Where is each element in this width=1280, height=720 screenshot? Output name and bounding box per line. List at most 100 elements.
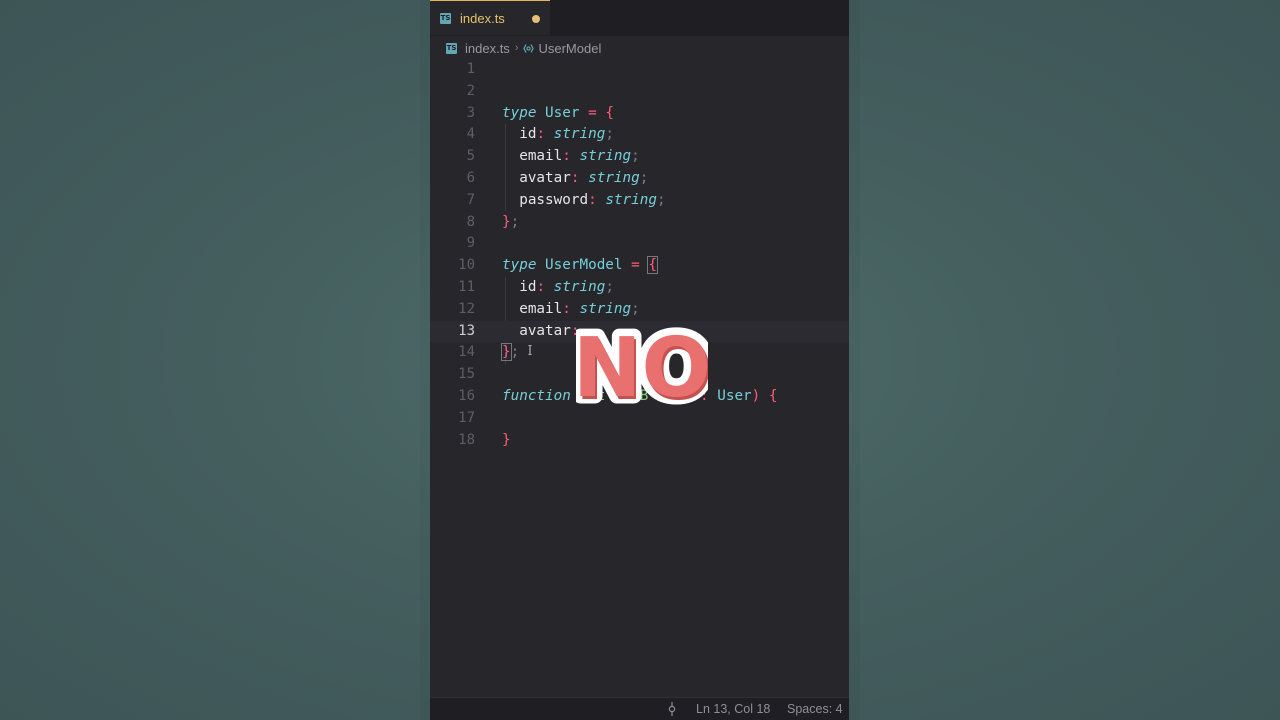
- code-text: id: string;: [502, 277, 614, 299]
- code-line: 11 id: string;: [430, 277, 849, 299]
- token-type-name: User: [545, 104, 580, 121]
- chevron-right-icon: ›: [514, 42, 519, 54]
- token-type-name: User: [717, 387, 752, 404]
- line-number: 11: [458, 278, 475, 295]
- code-line: 3 type User = {: [430, 103, 849, 125]
- code-line: 7 password: string;: [430, 190, 849, 212]
- line-number: 2: [466, 82, 475, 99]
- code-text: email: string;: [502, 146, 640, 168]
- code-line: 9: [430, 233, 849, 255]
- token-semicolon: ;: [631, 148, 640, 165]
- line-number: 14: [458, 344, 475, 361]
- line-number: 16: [458, 387, 475, 404]
- token-property: id: [519, 278, 537, 295]
- token-keyword: function: [502, 387, 571, 404]
- code-line: 4 id: string;: [430, 124, 849, 146]
- token-colon: :: [562, 300, 571, 317]
- token-paren: ): [751, 387, 761, 404]
- code-line: 6 avatar: string;: [430, 168, 849, 190]
- breadcrumb: TS index.ts › UserModel: [446, 39, 601, 57]
- background-right: [860, 0, 1280, 720]
- token-colon: :: [588, 191, 597, 208]
- line-number: 13: [458, 322, 475, 339]
- background-left: [0, 0, 420, 720]
- breadcrumb-file[interactable]: index.ts: [465, 41, 510, 56]
- line-number: 17: [458, 409, 475, 426]
- token-brace: {: [768, 387, 778, 404]
- token-brace: }: [502, 431, 511, 448]
- code-text: type UserModel = {: [502, 255, 658, 277]
- breadcrumb-symbol[interactable]: UserModel: [538, 41, 601, 56]
- line-number: 9: [466, 235, 475, 252]
- line-number: 4: [466, 126, 475, 143]
- indentation-setting[interactable]: Spaces: 4: [787, 702, 843, 716]
- code-line: 1: [430, 59, 849, 81]
- token-property: avatar: [519, 322, 571, 339]
- token-operator: =: [588, 104, 597, 121]
- typescript-file-icon: TS: [440, 12, 451, 24]
- code-line: 18}: [430, 430, 849, 452]
- token-keyword: type: [502, 104, 537, 121]
- tab-bar: TS index.ts: [430, 0, 849, 36]
- token-type: string: [588, 169, 640, 186]
- code-text: id: string;: [502, 124, 614, 146]
- token-semicolon: ;: [605, 126, 614, 143]
- git-commit-icon[interactable]: [666, 702, 678, 716]
- token-operator: =: [631, 257, 640, 274]
- token-property: avatar: [519, 169, 571, 186]
- token-brace: }: [502, 213, 511, 230]
- status-bar: Ln 13, Col 18 Spaces: 4: [430, 697, 849, 720]
- token-brace-matched: {: [647, 256, 658, 275]
- token-property: password: [519, 191, 589, 208]
- cursor-position[interactable]: Ln 13, Col 18: [696, 702, 770, 716]
- line-number: 18: [458, 431, 475, 448]
- token-semicolon: ;: [605, 278, 614, 295]
- code-text: avatar: string;: [502, 168, 648, 190]
- unsaved-dot-icon[interactable]: [532, 15, 540, 23]
- token-type: string: [553, 278, 606, 295]
- line-number: 5: [466, 148, 475, 165]
- code-text: avatar:: [502, 321, 579, 343]
- text-cursor-icon: [528, 345, 532, 355]
- code-line: 8};: [430, 212, 849, 234]
- token-property: id: [519, 126, 537, 143]
- code-line: 2: [430, 81, 849, 103]
- token-type: string: [605, 191, 657, 208]
- token-semicolon: ;: [510, 213, 520, 230]
- code-text: };: [502, 212, 519, 234]
- token-brace-matched: }: [501, 343, 512, 362]
- token-keyword: type: [502, 257, 537, 274]
- token-colon: :: [536, 126, 546, 143]
- token-type: string: [579, 148, 632, 165]
- code-line: 10 type UserModel = {: [430, 255, 849, 277]
- typescript-file-icon: TS: [446, 42, 457, 54]
- code-line: 5 email: string;: [430, 146, 849, 168]
- tab-label: index.ts: [460, 10, 505, 26]
- sticker-text: NO: [576, 321, 708, 412]
- token-brace: {: [605, 104, 614, 121]
- line-number: 15: [458, 366, 475, 383]
- code-text: };: [501, 342, 520, 364]
- line-number: 7: [466, 191, 475, 208]
- token-semicolon: ;: [510, 344, 520, 361]
- line-number: 10: [458, 257, 475, 274]
- token-colon: :: [562, 148, 571, 165]
- token-property: email: [519, 148, 563, 165]
- token-semicolon: ;: [656, 191, 666, 208]
- token-colon: :: [536, 278, 546, 295]
- token-semicolon: ;: [639, 169, 649, 186]
- code-text: }: [502, 430, 511, 452]
- token-type: string: [553, 126, 606, 143]
- line-number: 12: [458, 300, 475, 317]
- line-number: 6: [466, 169, 475, 186]
- code-text: type User = {: [502, 103, 614, 125]
- line-number: 8: [466, 213, 475, 230]
- token-colon: :: [570, 169, 580, 186]
- struct-icon: [523, 43, 535, 53]
- no-sticker-overlay: NO NO NO: [576, 314, 708, 413]
- token-type-name: UserModel: [545, 257, 623, 274]
- line-number: 3: [466, 104, 475, 121]
- tab-index-ts[interactable]: TS index.ts: [430, 0, 550, 35]
- code-text: password: string;: [502, 190, 666, 212]
- token-property: email: [519, 300, 563, 317]
